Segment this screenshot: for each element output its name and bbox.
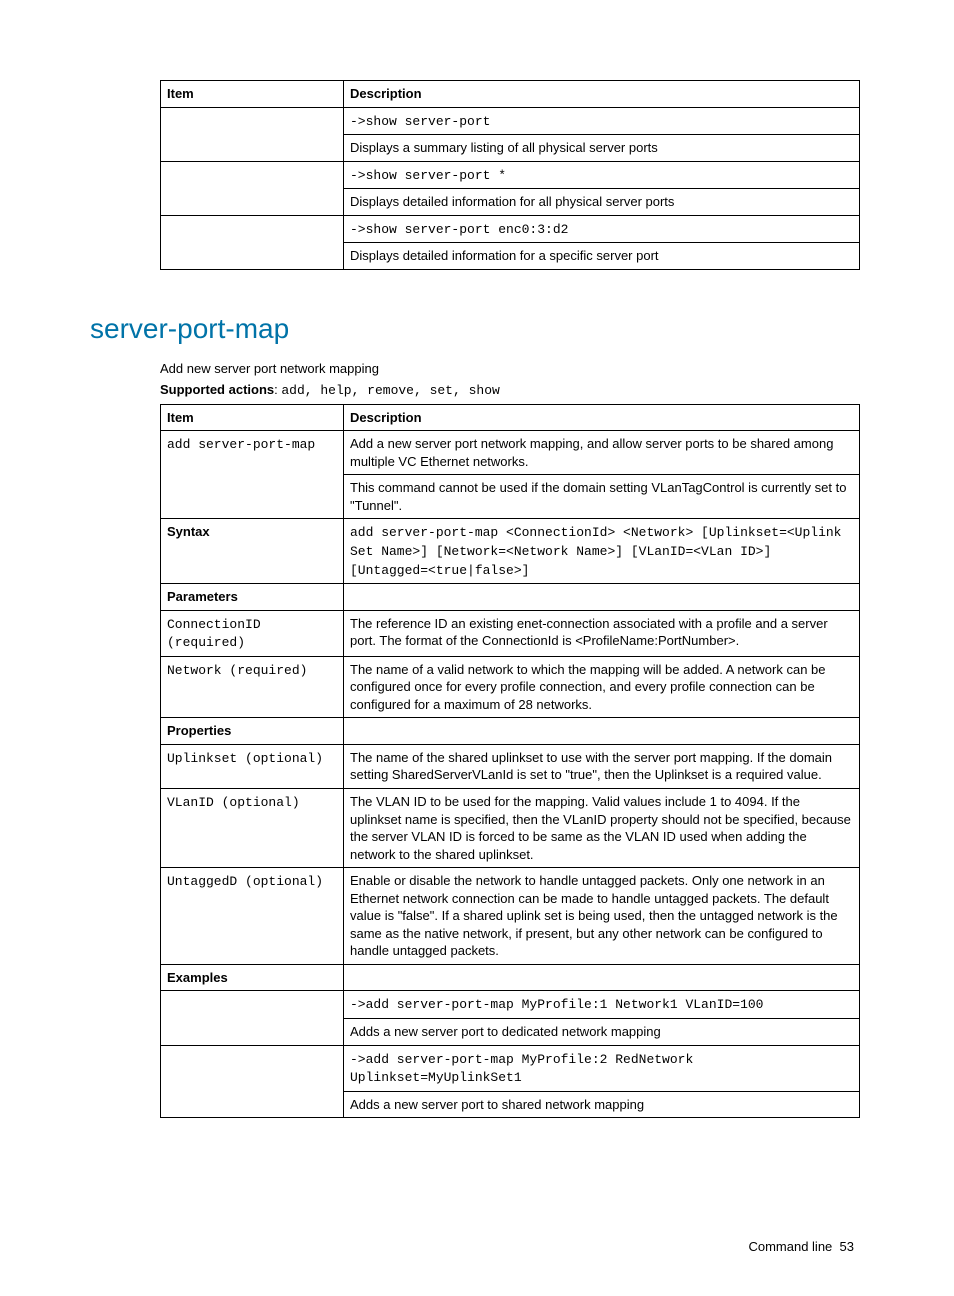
table-row: ->show server-port	[161, 107, 860, 135]
command-reference-table: Item Description add server-port-map Add…	[160, 404, 860, 1119]
property-description: The VLAN ID to be used for the mapping. …	[344, 789, 860, 868]
section-intro: Add new server port network mapping	[160, 360, 864, 378]
examples-label: Examples	[161, 964, 344, 991]
supported-actions-label: Supported actions	[160, 382, 274, 397]
col-header-item: Item	[161, 81, 344, 108]
param-name: Network (required)	[167, 663, 307, 678]
property-description: The name of the shared uplinkset to use …	[344, 744, 860, 788]
param-description: The reference ID an existing enet-connec…	[344, 610, 860, 656]
table-row: Syntax add server-port-map <ConnectionId…	[161, 519, 860, 584]
description-cell: Displays detailed information for a spec…	[344, 243, 860, 270]
page-number: 53	[840, 1239, 854, 1254]
table-row: UntaggedD (optional) Enable or disable t…	[161, 868, 860, 965]
properties-label: Properties	[161, 718, 344, 745]
example-description: Adds a new server port to dedicated netw…	[344, 1019, 860, 1046]
code-snippet: ->show server-port	[350, 114, 490, 129]
property-name: UntaggedD (optional)	[167, 874, 323, 889]
command-name: add server-port-map	[167, 437, 315, 452]
col-header-item: Item	[161, 404, 344, 431]
property-description: Enable or disable the network to handle …	[344, 868, 860, 965]
example-code: ->add server-port-map MyProfile:1 Networ…	[350, 997, 763, 1012]
footer-label: Command line	[748, 1239, 832, 1254]
example-code: ->add server-port-map MyProfile:2 RedNet…	[350, 1052, 693, 1086]
table-row: add server-port-map Add a new server por…	[161, 431, 860, 475]
examples-table-server-port: Item Description ->show server-port Disp…	[160, 80, 860, 270]
table-row: Examples	[161, 964, 860, 991]
table-row: ->show server-port *	[161, 161, 860, 189]
code-snippet: ->show server-port *	[350, 168, 506, 183]
page-footer: Command line 53	[90, 1238, 864, 1256]
col-header-description: Description	[344, 404, 860, 431]
description-cell: Displays a summary listing of all physic…	[344, 135, 860, 162]
code-snippet: ->show server-port enc0:3:d2	[350, 222, 568, 237]
syntax-code: add server-port-map <ConnectionId> <Netw…	[350, 525, 841, 577]
table-row: Uplinkset (optional) The name of the sha…	[161, 744, 860, 788]
table-row: ->add server-port-map MyProfile:1 Networ…	[161, 991, 860, 1019]
param-description: The name of a valid network to which the…	[344, 656, 860, 718]
section-heading: server-port-map	[90, 310, 864, 348]
table-row: ->show server-port enc0:3:d2	[161, 215, 860, 243]
property-name: Uplinkset (optional)	[167, 751, 323, 766]
supported-actions-values: add, help, remove, set, show	[281, 383, 499, 398]
table-row: Parameters	[161, 584, 860, 611]
table-row: Properties	[161, 718, 860, 745]
table-row: Network (required) The name of a valid n…	[161, 656, 860, 718]
description-cell: This command cannot be used if the domai…	[344, 475, 860, 519]
description-cell: Add a new server port network mapping, a…	[344, 431, 860, 475]
supported-actions-line: Supported actions: add, help, remove, se…	[160, 381, 864, 400]
col-header-description: Description	[344, 81, 860, 108]
parameters-label: Parameters	[161, 584, 344, 611]
syntax-label: Syntax	[161, 519, 344, 584]
table-row: ConnectionID (required) The reference ID…	[161, 610, 860, 656]
property-name: VLanID (optional)	[167, 795, 300, 810]
table-row: VLanID (optional) The VLAN ID to be used…	[161, 789, 860, 868]
param-name: ConnectionID (required)	[167, 617, 261, 651]
example-description: Adds a new server port to shared network…	[344, 1091, 860, 1118]
description-cell: Displays detailed information for all ph…	[344, 189, 860, 216]
table-row: ->add server-port-map MyProfile:2 RedNet…	[161, 1045, 860, 1091]
